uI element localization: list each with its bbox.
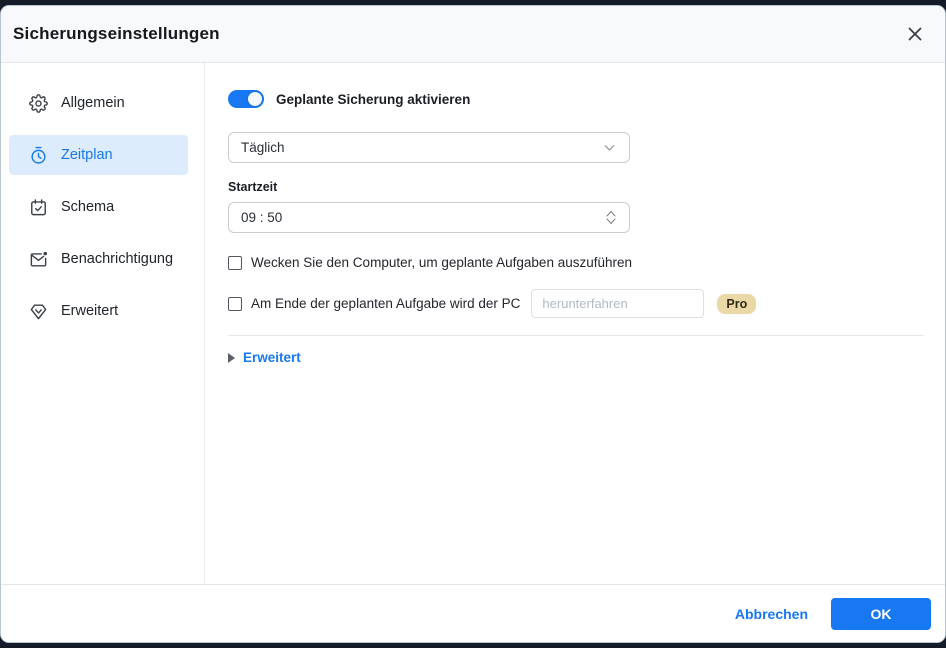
sidebar-item-label: Schema	[61, 199, 114, 215]
chevron-down-icon	[602, 140, 617, 155]
ok-button[interactable]: OK	[831, 598, 931, 630]
time-stepper[interactable]	[605, 210, 617, 225]
gear-icon	[29, 94, 48, 113]
wake-computer-label: Wecken Sie den Computer, um geplante Auf…	[251, 255, 632, 270]
start-time-value: 09 : 50	[241, 210, 282, 225]
sidebar-item-label: Allgemein	[61, 95, 125, 111]
shutdown-checkbox[interactable]	[228, 297, 242, 311]
shutdown-action-placeholder: herunterfahren	[542, 296, 627, 311]
frequency-select-value: Täglich	[241, 140, 285, 155]
dialog-title: Sicherungseinstellungen	[13, 24, 220, 44]
toggle-knob	[248, 92, 262, 106]
sidebar-item-zeitplan[interactable]: Zeitplan	[9, 135, 188, 175]
backup-settings-dialog: Sicherungseinstellungen Allgemein	[0, 5, 946, 643]
sidebar-item-allgemein[interactable]: Allgemein	[9, 83, 188, 123]
start-time-label: Startzeit	[228, 180, 929, 194]
close-icon[interactable]	[901, 20, 929, 48]
advanced-expander[interactable]: Erweitert	[228, 350, 929, 365]
sidebar-item-label: Erweitert	[61, 303, 118, 319]
sidebar-item-label: Zeitplan	[61, 147, 113, 163]
frequency-select[interactable]: Täglich	[228, 132, 630, 163]
shutdown-after-task-row: Am Ende der geplanten Aufgabe wird der P…	[228, 289, 929, 318]
pro-badge: Pro	[717, 294, 756, 314]
shutdown-label: Am Ende der geplanten Aufgabe wird der P…	[251, 296, 520, 311]
section-divider	[228, 335, 924, 336]
cancel-button[interactable]: Abbrechen	[735, 606, 808, 622]
schedule-panel: Geplante Sicherung aktivieren Täglich St…	[205, 63, 945, 584]
advanced-expander-label: Erweitert	[243, 350, 301, 365]
sidebar-item-label: Benachrichtigung	[61, 251, 173, 267]
sidebar-item-erweitert[interactable]: Erweitert	[9, 291, 188, 331]
sidebar-item-schema[interactable]: Schema	[9, 187, 188, 227]
settings-sidebar: Allgemein Zeitplan	[1, 63, 205, 584]
start-time-input[interactable]: 09 : 50	[228, 202, 630, 233]
mail-notification-icon	[29, 250, 48, 269]
titlebar: Sicherungseinstellungen	[1, 6, 945, 63]
calendar-check-icon	[29, 198, 48, 217]
triangle-right-icon	[228, 353, 235, 363]
scheduled-backup-toggle-label: Geplante Sicherung aktivieren	[276, 92, 470, 107]
wake-computer-checkbox[interactable]	[228, 256, 242, 270]
sidebar-item-benachrichtigung[interactable]: Benachrichtigung	[9, 239, 188, 279]
gem-icon	[29, 302, 48, 321]
stopwatch-icon	[29, 146, 48, 165]
dialog-footer: Abbrechen OK	[1, 584, 945, 642]
shutdown-action-input[interactable]: herunterfahren	[531, 289, 704, 318]
wake-computer-row: Wecken Sie den Computer, um geplante Auf…	[228, 255, 929, 270]
scheduled-backup-toggle[interactable]	[228, 90, 264, 108]
